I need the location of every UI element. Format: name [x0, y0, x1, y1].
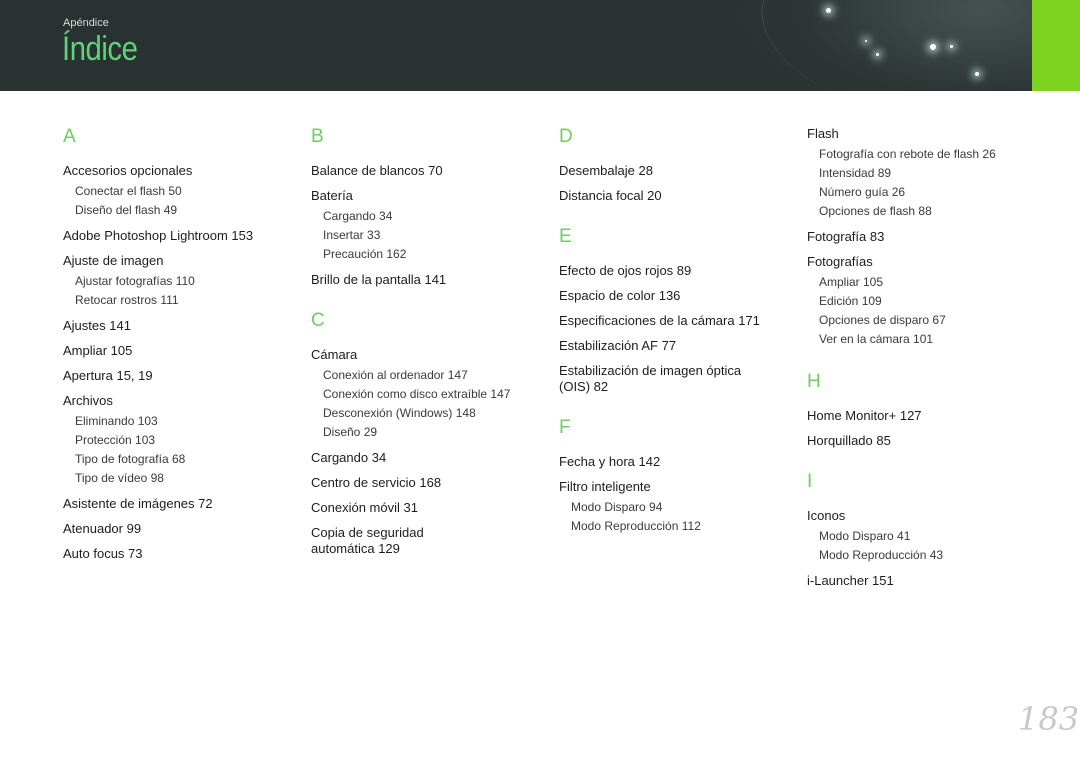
index-subentries: Ajustar fotografías 110 Retocar rostros 1…: [75, 272, 298, 310]
index-subentry: Ajustar fotografías 110: [75, 274, 195, 288]
index-subentry: Insertar 33: [323, 228, 381, 242]
index-subentry: Retocar rostros 111: [75, 293, 179, 307]
index-entry: Ajustes 141: [63, 318, 131, 333]
page-title: Índice: [62, 30, 138, 68]
index-subentry: Modo Disparo 94: [571, 500, 663, 514]
index-entry: Archivos: [63, 393, 113, 408]
index-subentry: Protección 103: [75, 433, 156, 447]
index-entry: Conexión móvil 31: [311, 500, 418, 515]
index-entry: Adobe Photoshop Lightroom 153: [63, 228, 254, 243]
index-entry: Copia de seguridad automática 129: [311, 525, 424, 556]
index-subentries: Fotografía con rebote de flash 26 Intensi…: [819, 145, 1042, 221]
index-entry: Flash: [807, 126, 839, 141]
index-entry: Ajuste de imagen: [63, 253, 164, 268]
index-entry: Balance de blancos 70: [311, 163, 443, 178]
index-subentry: Intensidad 89: [819, 166, 892, 180]
index-subentry: Número guía 26: [819, 185, 906, 199]
index-subentry: Diseño del flash 49: [75, 203, 178, 217]
header-banner: Apéndice Índice: [0, 0, 1080, 91]
index-entry: Batería: [311, 188, 353, 203]
index-entry: Especificaciones de la cámara 171: [559, 313, 760, 328]
index-subentry: Conexión al ordenador 147: [323, 368, 468, 382]
index-entry: i-Launcher 151: [807, 573, 894, 588]
index-entry: Cámara: [311, 347, 358, 362]
index-subentries: Ampliar 105 Edición 109 Opciones de dispar…: [819, 273, 1042, 349]
sparkle-dot: [826, 8, 831, 13]
section-label: Apéndice: [63, 17, 109, 29]
sparkle-dot: [950, 45, 953, 48]
index-letter-heading: E: [559, 226, 572, 247]
index-entry: Filtro inteligente: [559, 479, 651, 494]
index-letter-heading: C: [311, 310, 325, 331]
index-subentry: Fotografía con rebote de flash 26: [819, 147, 996, 161]
index-subentry: Edición 109: [819, 294, 882, 308]
index-subentries: Eliminando 103 Protección 103 Tipo de foto…: [75, 412, 298, 488]
index-subentry: Modo Disparo 41: [819, 529, 911, 543]
index-entry: Brillo de la pantalla 141: [311, 272, 447, 287]
sparkle-dot: [930, 44, 936, 50]
index-entry: Centro de servicio 168: [311, 475, 442, 490]
index-entry: Fotografía 83: [807, 229, 885, 244]
index-entry: Fecha y hora 142: [559, 454, 661, 469]
index-column-3: D Desembalaje 28 Distancia focal 20 E Efecto…: [559, 124, 794, 544]
index-subentry: Ampliar 105: [819, 275, 884, 289]
index-letter-heading: F: [559, 417, 571, 438]
index-subentries: Conectar el flash 50 Diseño del flash 49: [75, 182, 298, 220]
index-entry: Accesorios opcionales: [63, 163, 193, 178]
sparkle-dot: [865, 40, 867, 42]
index-column-2: B Balance de blancos 70 Batería Cargando 34…: [311, 124, 546, 566]
index-entry: Cargando 34: [311, 450, 387, 465]
index-entry: Auto focus 73: [63, 546, 143, 561]
index-entry: Fotografías: [807, 254, 873, 269]
index-entry: Desembalaje 28: [559, 163, 653, 178]
index-letter-heading: B: [311, 126, 324, 147]
index-subentry: Tipo de fotografía 68: [75, 452, 186, 466]
index-entry: Espacio de color 136: [559, 288, 681, 303]
index-subentry: Cargando 34: [323, 209, 393, 223]
index-letter-heading: D: [559, 126, 573, 147]
index-subentry: Diseño 29: [323, 425, 378, 439]
index-entry: Efecto de ojos rojos 89: [559, 263, 692, 278]
index-column-4: Flash Fotografía con rebote de flash 26 In…: [807, 126, 1042, 598]
index-subentry: Modo Reproducción 43: [819, 548, 944, 562]
index-subentry: Conexión como disco extraíble 147: [323, 387, 511, 401]
index-subentry: Tipo de vídeo 98: [75, 471, 164, 485]
index-subentry: Opciones de flash 88: [819, 204, 932, 218]
index-subentries: Modo Disparo 94 Modo Reproducción 112: [571, 498, 794, 536]
page-number: 183: [1018, 700, 1080, 738]
index-entry: Iconos: [807, 508, 846, 523]
index-subentries: Cargando 34 Insertar 33 Precaución 162: [323, 207, 546, 264]
index-subentry: Conectar el flash 50: [75, 184, 182, 198]
accent-tab: [1032, 0, 1080, 91]
index-subentry: Ver en la cámara 101: [819, 332, 934, 346]
index-letter-heading: I: [807, 471, 813, 492]
index-entry: Horquillado 85: [807, 433, 891, 448]
sparkle-dot: [975, 72, 979, 76]
sparkle-dot: [876, 53, 879, 56]
index-letter-heading: A: [63, 126, 76, 147]
index-entry: Distancia focal 20: [559, 188, 662, 203]
index-subentry: Eliminando 103: [75, 414, 158, 428]
index-letter-heading: H: [807, 371, 821, 392]
index-entry: Estabilización de imagen óptica (OIS) 82: [559, 363, 742, 394]
index-subentries: Modo Disparo 41 Modo Reproducción 43: [819, 527, 1042, 565]
index-entry: Apertura 15, 19: [63, 368, 153, 383]
index-entry: Estabilización AF 77: [559, 338, 677, 353]
index-subentry: Modo Reproducción 112: [571, 519, 701, 533]
index-entry: Atenuador 99: [63, 521, 142, 536]
index-entry: Home Monitor+ 127: [807, 408, 922, 423]
index-column-1: A Accesorios opcionales Conectar el flash …: [63, 124, 298, 571]
index-subentry: Opciones de disparo 67: [819, 313, 946, 327]
index-entry: Ampliar 105: [63, 343, 133, 358]
index-entry: Asistente de imágenes 72: [63, 496, 213, 511]
index-subentries: Conexión al ordenador 147 Conexión como d…: [323, 366, 546, 442]
index-subentry: Desconexión (Windows) 148: [323, 406, 476, 420]
index-subentry: Precaución 162: [323, 247, 407, 261]
